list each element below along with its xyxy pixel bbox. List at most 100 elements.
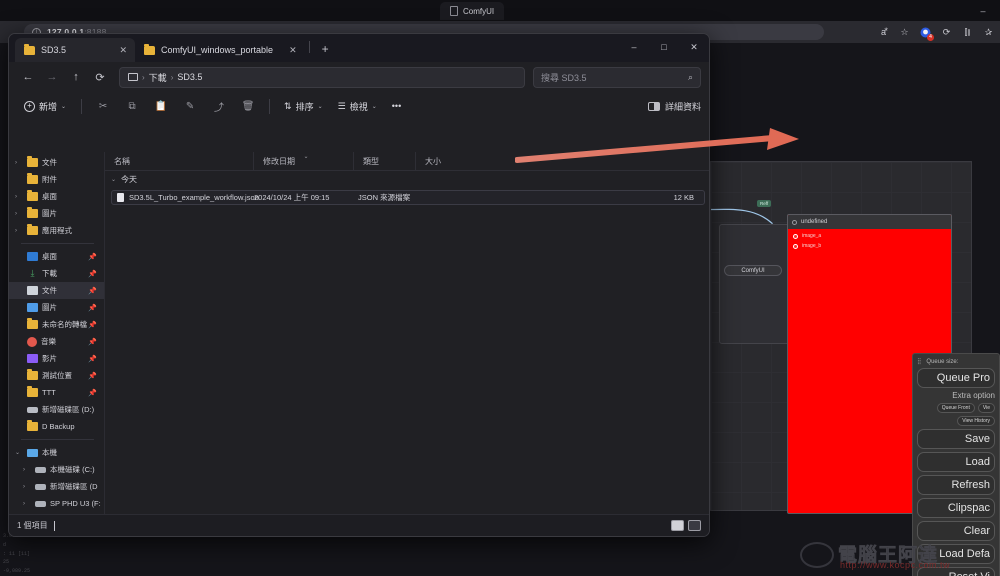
chevron-right-icon[interactable]: › (23, 467, 31, 473)
nav-item-documents[interactable]: 文件 📌 (9, 282, 104, 299)
pin-icon[interactable]: 📌 (88, 389, 97, 397)
chevron-right-icon[interactable]: › (15, 228, 23, 234)
chevron-down-icon[interactable]: ⌄ (111, 176, 116, 183)
group-header-today[interactable]: ⌄ 今天 (105, 171, 709, 188)
pin-icon[interactable]: 📌 (88, 372, 97, 380)
rename-icon[interactable]: ✎ (177, 95, 203, 117)
pin-icon[interactable]: 📌 (88, 253, 97, 261)
console-line: d (3, 541, 7, 548)
explorer-tab-sd35[interactable]: SD3.5 ✕ (15, 38, 135, 62)
search-input[interactable]: 搜尋 SD3.5 ⌕ (533, 66, 701, 88)
nav-item-drive-d[interactable]: 新增磁碟區 (D:) (9, 401, 104, 418)
nav-item-drive-f[interactable]: › SP PHD U3 (F: (9, 495, 104, 512)
pin-icon[interactable]: 📌 (88, 304, 97, 312)
maximize-button[interactable]: □ (649, 34, 679, 60)
browser-tab-comfyui[interactable]: ComfyUI (440, 2, 505, 20)
extra-options-label[interactable]: Extra option (917, 391, 995, 400)
paste-icon[interactable]: 📋 (148, 95, 174, 117)
chevron-right-icon[interactable]: › (15, 211, 23, 217)
read-aloud-icon[interactable]: a⃰ (876, 25, 891, 40)
up-icon[interactable]: ↑ (65, 66, 87, 88)
chevron-right-icon[interactable]: › (23, 484, 31, 490)
column-header-date[interactable]: 修改日期 ⌄ (253, 152, 353, 170)
menu-drag-handle[interactable]: ⣿ Queue size: (917, 358, 995, 366)
view-button[interactable]: ☰ 檢視 ⌄ (332, 97, 383, 116)
close-button[interactable]: ✕ (679, 34, 709, 60)
nav-item-videos[interactable]: 影片 📌 (9, 350, 104, 367)
nav-item-pictures[interactable]: 圖片 📌 (9, 299, 104, 316)
nav-item-downloads[interactable]: ⤓ 下載 📌 (9, 265, 104, 282)
refresh-button[interactable]: Refresh (917, 475, 995, 495)
nav-item-drive-d2[interactable]: › 新增磁碟區 (D (9, 478, 104, 495)
pin-icon[interactable]: 📌 (88, 355, 97, 363)
explorer-tab-comfyui-portable[interactable]: ComfyUI_windows_portable ✕ (135, 38, 305, 62)
queue-front-button[interactable]: Queue Front (936, 403, 975, 413)
clipspace-button[interactable]: Clipspac (917, 498, 995, 518)
nav-tree-item-apps[interactable]: › 應用程式 (9, 222, 104, 239)
new-button[interactable]: + 新增 ⌄ (17, 97, 73, 116)
vae-mini-button[interactable]: Vie (977, 403, 995, 413)
node-input-slot[interactable]: image_a (788, 233, 951, 239)
nav-item-untitled-transcode[interactable]: 未命名的轉檔 📌 (9, 316, 104, 333)
refresh-icon[interactable]: ⟳ (89, 66, 111, 88)
node-collapse-icon[interactable] (792, 219, 797, 225)
pin-icon[interactable]: 📌 (88, 321, 97, 329)
copilot-icon[interactable]: 4 (918, 25, 934, 41)
table-row[interactable]: SD3.5L_Turbo_example_workflow.json 2024/… (111, 190, 705, 205)
nav-item-this-pc[interactable]: ⌄ 本機 (9, 444, 104, 461)
more-button[interactable]: ••• (386, 98, 407, 114)
nav-item-d-backup[interactable]: D Backup (9, 418, 104, 435)
browser-minimize-button[interactable]: – (968, 0, 998, 21)
details-view-icon[interactable] (671, 520, 684, 531)
nav-tree-item-documents[interactable]: › 文件 (9, 154, 104, 171)
pin-icon[interactable]: 📌 (88, 270, 97, 278)
nav-item-music[interactable]: 音樂 📌 (9, 333, 104, 350)
column-header-type[interactable]: 類型 (353, 152, 415, 170)
search-icon[interactable]: ⌕ (688, 72, 693, 83)
nav-item-desktop[interactable]: 桌面 📌 (9, 248, 104, 265)
nav-tree-item-desktop[interactable]: › 桌面 (9, 188, 104, 205)
nav-item-label: D Backup (42, 422, 75, 431)
view-history-button[interactable]: View History (957, 416, 995, 426)
load-button[interactable]: Load (917, 452, 995, 472)
collections-icon[interactable]: ✰ (981, 25, 996, 40)
save-button[interactable]: Save (917, 429, 995, 449)
pin-icon[interactable]: 📌 (88, 338, 97, 346)
chevron-down-icon[interactable]: ⌄ (15, 449, 23, 456)
copy-icon[interactable]: ⧉ (119, 95, 145, 117)
new-tab-button[interactable]: + (314, 42, 337, 59)
breadcrumb[interactable]: › 下載 › SD3.5 (119, 66, 525, 88)
cut-icon[interactable]: ✂ (90, 95, 116, 117)
chevron-right-icon[interactable]: › (23, 501, 31, 507)
large-icons-view-icon[interactable] (688, 520, 701, 531)
history-icon[interactable]: ⟳ (939, 25, 954, 40)
back-icon[interactable]: ← (17, 66, 39, 88)
chevron-right-icon[interactable]: › (15, 160, 23, 166)
breadcrumb-part-sd35[interactable]: SD3.5 (177, 72, 202, 82)
close-icon[interactable]: ✕ (109, 45, 127, 56)
nav-item-test-location[interactable]: 測試位置 📌 (9, 367, 104, 384)
nav-tree-item-attachments[interactable]: 附件 (9, 171, 104, 188)
share-icon[interactable]: ⤴ (206, 95, 232, 117)
close-icon[interactable]: ✕ (279, 45, 297, 56)
console-output: 3.00% d : 11 [11] 25 -9,089.25 (0, 532, 118, 576)
nav-item-ttt[interactable]: TTT 📌 (9, 384, 104, 401)
breadcrumb-part-downloads[interactable]: 下載 (149, 71, 167, 84)
column-header-name[interactable]: 名稱 (105, 152, 253, 170)
nav-item-drive-c[interactable]: › 本機磁碟 (C:) (9, 461, 104, 478)
column-header-size[interactable]: 大小 (415, 152, 515, 170)
details-pane-button[interactable]: 詳細資料 (647, 100, 701, 113)
node-input-slot[interactable]: image_b (788, 243, 951, 249)
delete-icon[interactable]: 🗑 (235, 95, 261, 117)
minimize-button[interactable]: – (619, 34, 649, 60)
forward-icon[interactable]: → (41, 66, 63, 88)
nav-tree-item-pictures[interactable]: › 圖片 (9, 205, 104, 222)
nav-item-label: 附件 (42, 175, 57, 184)
sort-button[interactable]: ⇅ 排序 ⌄ (278, 97, 329, 116)
chevron-right-icon[interactable]: › (15, 194, 23, 200)
pin-icon[interactable]: 📌 (88, 287, 97, 295)
split-screen-icon[interactable]: ⫿⫾ (960, 25, 975, 40)
comfyui-node-secondary[interactable]: ComfyUI (719, 224, 791, 344)
favorite-star-icon[interactable]: ☆ (897, 25, 912, 40)
queue-prompt-button[interactable]: Queue Pro (917, 368, 995, 388)
